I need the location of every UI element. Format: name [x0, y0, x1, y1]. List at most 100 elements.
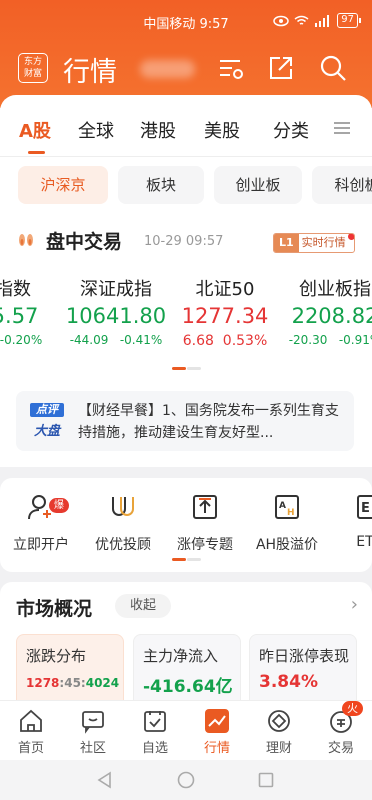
service-label: AH股溢价: [255, 537, 319, 553]
index-value: 1277.34: [181, 304, 269, 328]
hot-badge: 爆: [49, 498, 69, 513]
index-pct: 0.53%: [222, 333, 268, 349]
settings-list-icon[interactable]: [216, 53, 246, 83]
community-icon: [82, 711, 104, 734]
realtime-label: 实时行情: [301, 236, 346, 249]
services-pager: [172, 558, 206, 561]
tab-a-shares[interactable]: A股: [19, 117, 51, 143]
bottom-nav: 首页 社区 自选 行情 理财 火 交易: [0, 700, 372, 760]
watchlist-icon: [144, 711, 166, 732]
page-title: 行情: [63, 57, 117, 88]
svg-text:E: E: [361, 501, 370, 516]
chip-hs-jing[interactable]: 沪深京: [18, 166, 108, 204]
index-card[interactable]: 上证指数 3315.57 -0.20%: [0, 275, 50, 347]
service-ah-premium[interactable]: AH AH股溢价: [246, 490, 328, 554]
nav-home[interactable]: 首页: [0, 706, 62, 756]
news-badge-bottom: 大盘: [33, 424, 60, 439]
card-title: 涨跌分布: [26, 647, 87, 665]
service-label: 优优投顾: [95, 537, 151, 553]
recents-icon[interactable]: [258, 772, 274, 788]
card-title: 昨日涨停表现: [259, 647, 350, 665]
tab-global[interactable]: 全球: [78, 117, 114, 143]
card-title: 主力净流入: [143, 647, 219, 665]
notification-dot: [348, 234, 354, 240]
service-limit-up[interactable]: 涨停专题: [164, 490, 246, 554]
etf-icon: E: [357, 495, 372, 519]
chip-sector[interactable]: 板块: [118, 166, 204, 204]
news-badge-top: 点评: [30, 403, 64, 417]
flat-count: 45: [64, 676, 81, 690]
service-label: 涨停专题: [177, 537, 233, 553]
market-title: 市场概况: [16, 598, 93, 620]
index-pager: [172, 367, 212, 370]
logo-line2: 财富: [23, 69, 42, 79]
chevron-right-icon[interactable]: ›: [351, 594, 358, 615]
top-header: 中国移动 9:57 97 东方 财富 行情: [0, 0, 372, 108]
limit-up-icon: [193, 495, 217, 519]
realtime-badge[interactable]: L1 实时行情: [273, 233, 355, 253]
tab-us[interactable]: 美股: [204, 117, 240, 143]
service-etf[interactable]: E ETF: [328, 490, 372, 550]
battery-indicator: 97: [337, 13, 361, 28]
nav-market[interactable]: 行情: [186, 706, 248, 756]
l1-label: L1: [274, 234, 299, 252]
eye-icon: [273, 15, 290, 26]
market-overview: 市场概况 收起 › 涨跌分布 1278:45:4024 主力净流入 -416.6…: [0, 582, 372, 712]
system-nav-bar: [0, 760, 372, 800]
index-change: 6.68: [182, 333, 214, 349]
nav-watchlist[interactable]: 自选: [124, 706, 186, 756]
nav-label: 自选: [141, 741, 168, 756]
finance-icon: [268, 710, 290, 732]
news-text: 【财经早餐】1、国务院发布一系列生育支持措施，推动建设生育友好型...: [78, 403, 339, 441]
service-label: 立即开户: [13, 537, 69, 553]
svg-text:H: H: [287, 508, 295, 518]
status-bar: 中国移动 9:57 97: [0, 0, 372, 40]
index-card[interactable]: 北证50 1277.34 6.68 0.53%: [170, 275, 280, 349]
collapse-button[interactable]: 收起: [115, 594, 171, 618]
service-open-account[interactable]: 爆 立即开户: [0, 490, 82, 554]
chip-star[interactable]: 科创板: [312, 166, 372, 204]
index-value: 10641.80: [65, 304, 167, 328]
nav-label: 行情: [203, 741, 230, 756]
service-uu-advisor[interactable]: 优优投顾: [82, 490, 164, 554]
back-icon[interactable]: [96, 771, 112, 789]
nav-label: 交易: [327, 741, 354, 756]
nav-label: 首页: [17, 741, 44, 756]
session-icon: [19, 234, 33, 246]
ah-icon: AH: [275, 495, 299, 519]
nav-community[interactable]: 社区: [62, 706, 124, 756]
app-header: 东方 财富 行情: [0, 44, 372, 92]
index-pct: -0.91%: [338, 333, 372, 347]
hot-badge: 火: [342, 701, 363, 716]
more-menu-icon[interactable]: [334, 121, 350, 135]
app-logo[interactable]: 东方 财富: [18, 53, 48, 83]
home-icon: [20, 709, 42, 732]
wifi-icon: [294, 15, 309, 25]
index-card[interactable]: 深证成指 10641.80 -44.09 -0.41%: [61, 275, 171, 347]
index-strip: 上证指数 3315.57 -0.20% 深证成指 10641.80 -44.09…: [0, 275, 372, 355]
tab-category[interactable]: 分类: [273, 117, 309, 143]
nav-finance[interactable]: 理财: [248, 706, 310, 756]
share-icon[interactable]: [266, 53, 296, 83]
tab-underline: [28, 151, 45, 154]
card-value: -416.64亿: [143, 677, 233, 697]
services-row: 爆 立即开户 优优投顾 涨停专题 AH AH股溢价 E ETF: [0, 478, 372, 572]
index-name: 上证指数: [0, 279, 31, 300]
index-card[interactable]: 创业板指 2208.82 -20.30 -0.91%: [280, 275, 372, 347]
market-tabs: A股 全球 港股 美股 分类: [0, 111, 372, 154]
main-panel: A股 全球 港股 美股 分类 沪深京 板块 创业板 科创板 盘中交易 10-29…: [0, 95, 372, 467]
chip-gem[interactable]: 创业板: [214, 166, 302, 204]
home-circle-icon[interactable]: [177, 771, 195, 789]
tab-hk[interactable]: 港股: [140, 117, 176, 143]
index-name: 北证50: [195, 279, 255, 300]
index-value: 3315.57: [0, 304, 39, 328]
service-label: ETF: [356, 534, 372, 550]
nav-trade[interactable]: 火 交易: [310, 701, 372, 756]
svg-text:A: A: [279, 501, 286, 511]
divider: [0, 156, 372, 157]
system-icons: 97: [273, 13, 361, 28]
news-banner[interactable]: 点评 大盘 【财经早餐】1、国务院发布一系列生育支持措施，推动建设生育友好型..…: [16, 391, 354, 451]
signal-icon: [315, 14, 330, 27]
down-count: 4024: [85, 676, 120, 690]
search-icon[interactable]: [318, 53, 348, 83]
